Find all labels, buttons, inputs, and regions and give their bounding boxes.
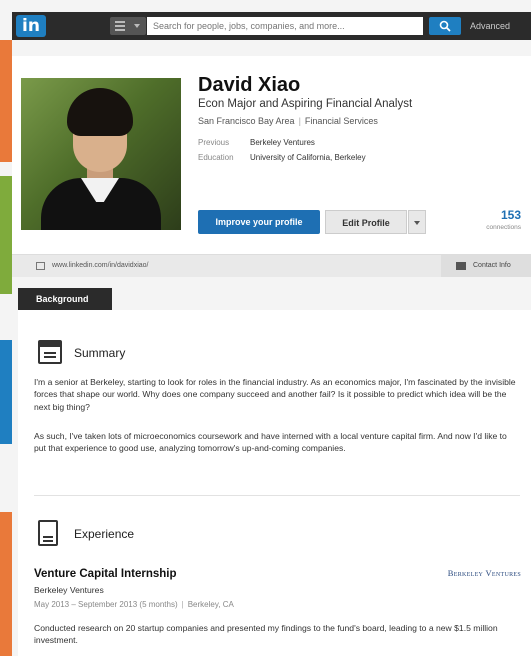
search-category-dropdown[interactable] [110, 17, 146, 35]
side-tab-orange [0, 40, 12, 162]
profile-location[interactable]: San Francisco Bay Area [198, 116, 295, 126]
summary-icon [38, 340, 62, 364]
profile-location-line: San Francisco Bay Area | Financial Service… [198, 116, 378, 126]
contact-info-label: Contact Info [473, 262, 511, 269]
job-company[interactable]: Berkeley Ventures [34, 585, 104, 595]
list-icon [115, 21, 125, 31]
experience-icon [38, 520, 58, 546]
previous-row: Previous Berkeley Ventures [198, 138, 315, 147]
search-input[interactable] [147, 17, 423, 35]
search-button[interactable] [429, 17, 461, 35]
job-description: Conducted research on 20 startup compani… [34, 623, 498, 646]
improve-profile-button[interactable]: Improve your profile [198, 210, 320, 234]
background-tab[interactable]: Background [18, 288, 112, 310]
section-divider [34, 495, 520, 496]
job-location: Berkeley, CA [187, 600, 234, 609]
summary-paragraph: As such, I've taken lots of microeconomi… [34, 431, 507, 454]
education-value[interactable]: University of California, Berkeley [250, 153, 366, 162]
chevron-down-icon [414, 221, 420, 225]
contact-card-icon [456, 262, 466, 270]
experience-title: Experience [74, 527, 135, 541]
company-logo[interactable]: Berkeley Ventures [448, 568, 521, 578]
contact-info-button[interactable]: Contact Info [441, 255, 531, 277]
profile-headline: Econ Major and Aspiring Financial Analys… [198, 98, 413, 110]
education-row: Education University of California, Berke… [198, 153, 366, 162]
previous-value[interactable]: Berkeley Ventures [250, 138, 315, 147]
education-label: Education [198, 153, 234, 162]
profile-industry[interactable]: Financial Services [305, 116, 378, 126]
job-dates-line: May 2013 – September 2013 (5 months) | Ber… [34, 600, 234, 609]
edit-profile-button[interactable]: Edit Profile [325, 210, 407, 234]
edit-profile-dropdown[interactable] [408, 210, 426, 234]
connections-label: connections [486, 224, 521, 231]
chevron-down-icon [134, 24, 140, 28]
job-dates: May 2013 – September 2013 (5 months) [34, 600, 178, 609]
job-title[interactable]: Venture Capital Internship [34, 568, 177, 580]
profile-name: David Xiao [198, 74, 301, 96]
advanced-search-link[interactable]: Advanced [470, 12, 510, 40]
linkedin-logo[interactable]: in [16, 15, 46, 37]
connections-count[interactable]: 153 [501, 208, 521, 222]
public-profile-url[interactable]: www.linkedin.com/in/davidxiao/ [52, 255, 149, 277]
side-tab-orange-bottom [0, 512, 12, 656]
public-profile-bar: www.linkedin.com/in/davidxiao/ Contact I… [12, 254, 531, 277]
summary-paragraph: I'm a senior at Berkeley, starting to lo… [34, 377, 516, 412]
link-icon [36, 262, 45, 270]
summary-title: Summary [74, 346, 126, 360]
background-section: Summary I'm a senior at Berkeley, starti… [18, 310, 531, 656]
previous-label: Previous [198, 138, 230, 147]
profile-photo[interactable] [21, 78, 181, 230]
profile-card: David Xiao Econ Major and Aspiring Finan… [12, 56, 531, 254]
side-tab-green [0, 176, 12, 294]
top-nav: in Advanced [12, 12, 531, 40]
side-tab-blue [0, 340, 12, 444]
search-icon [439, 20, 451, 32]
